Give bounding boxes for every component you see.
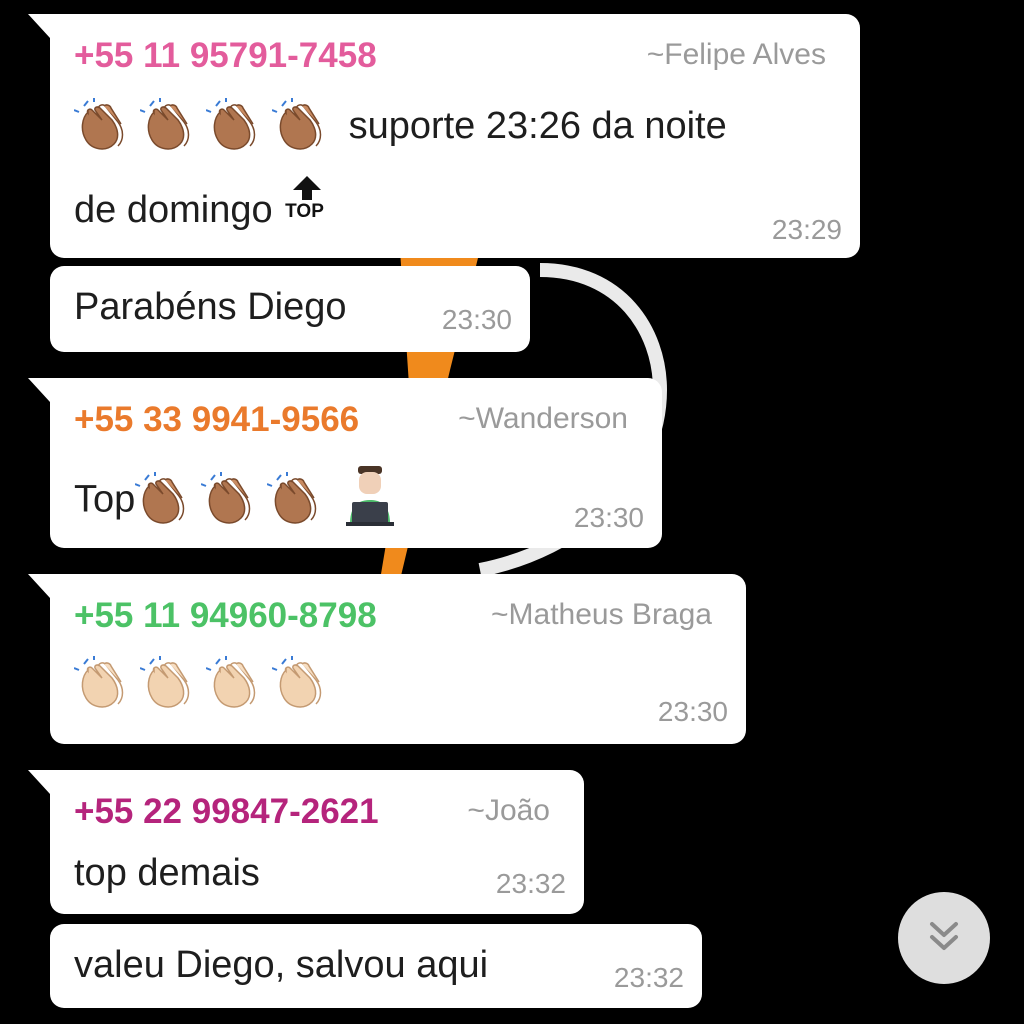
sender-phone[interactable]: +55 22 99847-2621 [74, 792, 379, 832]
sender-name: ~Felipe Alves [646, 38, 826, 71]
message-bubble[interactable]: valeu Diego, salvou aqui 23:32 [50, 924, 702, 1008]
clapping-hands-icon [206, 656, 262, 712]
message-text: Top [74, 466, 396, 533]
message-text: suporte 23:26 da noite [74, 98, 727, 154]
person-laptop-icon [344, 466, 396, 533]
message-text-line-2: de domingo TOP [74, 176, 331, 231]
clapping-hands-icon [267, 472, 323, 528]
message-bubble[interactable]: +55 11 95791-7458 ~Felipe Alves suporte … [28, 14, 860, 258]
clapping-hands-icon [206, 98, 262, 154]
sender-name: ~João [467, 794, 550, 827]
top-arrow-icon: TOP [283, 176, 331, 226]
message-bubble[interactable]: +55 22 99847-2621 ~João top demais 23:32 [28, 770, 584, 914]
message-bubble[interactable]: +55 33 9941-9566 ~Wanderson Top 23:30 [28, 378, 662, 548]
message-time: 23:32 [495, 868, 566, 899]
clapping-hands-icon [140, 98, 196, 154]
sender-name: ~Matheus Braga [491, 598, 712, 631]
scroll-to-bottom-button[interactable] [898, 892, 990, 984]
chevron-double-down-icon [924, 916, 964, 961]
message-text: Parabéns Diego [74, 286, 347, 328]
clapping-hands-icon [272, 98, 328, 154]
clapping-hands-icon [140, 656, 196, 712]
message-bubble[interactable]: Parabéns Diego 23:30 [50, 266, 530, 352]
clapping-hands-icon [74, 98, 130, 154]
message-time: 23:30 [441, 304, 512, 335]
sender-name: ~Wanderson [458, 402, 628, 435]
message-time: 23:30 [657, 696, 728, 727]
message-text: valeu Diego, salvou aqui [74, 944, 489, 986]
message-time: 23:32 [613, 962, 684, 993]
message-text: top demais [74, 852, 260, 894]
message-line-2: de domingo [74, 189, 273, 231]
message-line-1: Top [74, 478, 136, 521]
top-label: TOP [285, 201, 324, 222]
message-line-1: suporte 23:26 da noite [348, 105, 727, 147]
message-bubble[interactable]: +55 11 94960-8798 ~Matheus Braga 23:30 [28, 574, 746, 744]
clapping-hands-icon [135, 472, 191, 528]
clapping-hands-icon [201, 472, 257, 528]
sender-phone[interactable]: +55 33 9941-9566 [74, 400, 359, 440]
message-time: 23:30 [573, 502, 644, 533]
clapping-hands-icon [272, 656, 328, 712]
clapping-hands-icon [74, 656, 130, 712]
sender-phone[interactable]: +55 11 94960-8798 [74, 596, 377, 636]
sender-phone[interactable]: +55 11 95791-7458 [74, 36, 377, 76]
message-time: 23:29 [771, 214, 842, 245]
message-text [74, 656, 338, 712]
